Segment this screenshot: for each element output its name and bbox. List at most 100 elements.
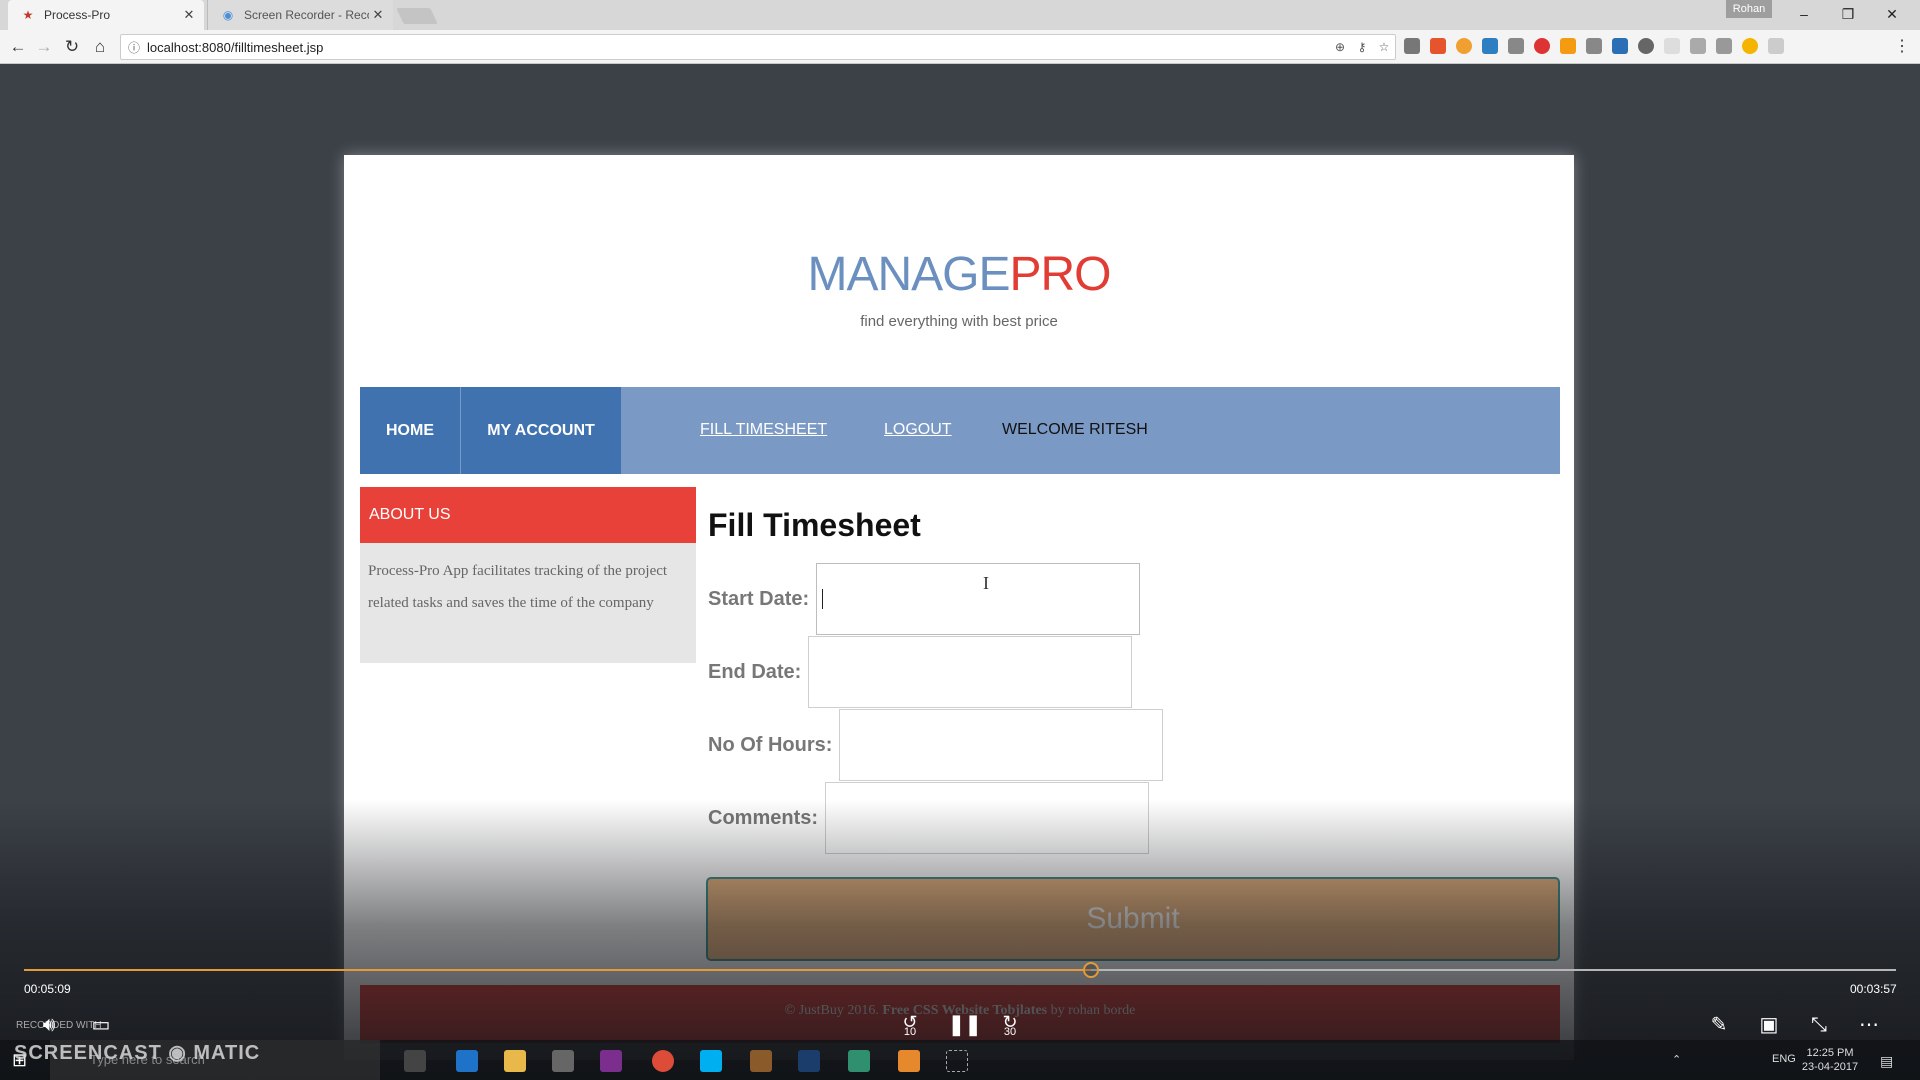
seek-handle[interactable]: [1083, 962, 1100, 978]
profile-badge[interactable]: Rohan: [1726, 0, 1772, 18]
record-extension-icon[interactable]: [1534, 38, 1550, 54]
bookmark-star-icon[interactable]: ☆: [1373, 40, 1395, 54]
recorder-app-icon[interactable]: [898, 1050, 920, 1072]
coin-extension-icon[interactable]: [1742, 38, 1758, 54]
store-icon[interactable]: [552, 1050, 574, 1072]
language-indicator[interactable]: ENG: [1772, 1053, 1796, 1065]
tab-screen-recorder[interactable]: ◉ Screen Recorder - Recor ✕: [207, 0, 393, 30]
notification-icon[interactable]: ▤: [1880, 1053, 1893, 1070]
comments-label: Comments:: [708, 806, 819, 829]
drop-extension-icon[interactable]: [1612, 38, 1628, 54]
taskbar-clock[interactable]: 12:25 PM 23-04-2017: [1800, 1046, 1860, 1074]
browser-menu-icon[interactable]: ⋮: [1894, 35, 1910, 59]
more-options-icon[interactable]: ⋯: [1856, 1012, 1882, 1038]
start-date-label: Start Date:: [708, 587, 810, 610]
comments-input[interactable]: [825, 782, 1150, 854]
comments-row: Comments:: [708, 782, 1150, 854]
app-icon[interactable]: [750, 1050, 772, 1072]
about-text: Process-Pro App facilitates tracking of …: [368, 563, 668, 611]
captions-icon[interactable]: ▭: [88, 1012, 114, 1038]
seek-bar-progress: [24, 969, 1092, 971]
hours-label: No Of Hours:: [708, 733, 833, 756]
office-extension-icon[interactable]: [1430, 38, 1446, 54]
screen-extension-icon[interactable]: [1482, 38, 1498, 54]
tab-close-icon[interactable]: ✕: [369, 7, 387, 23]
windows-taskbar: ⊞ Type here to search ⌃ ENG 12:25 PM 23-…: [0, 1040, 1920, 1080]
site-info-icon[interactable]: ⓘ: [121, 39, 147, 56]
reload-icon[interactable]: ↻: [60, 35, 84, 59]
color-extension-icon[interactable]: [1456, 38, 1472, 54]
welcome-message: WELCOME RITESH: [1002, 421, 1148, 438]
hours-input[interactable]: [839, 709, 1164, 781]
extensions-area: [1404, 38, 1784, 54]
edge-icon[interactable]: [456, 1050, 478, 1072]
clock-date: 23-04-2017: [1801, 1061, 1859, 1073]
remaining-time: 00:03:57: [1850, 982, 1897, 996]
end-date-input[interactable]: [808, 636, 1133, 708]
minimize-button[interactable]: –: [1784, 2, 1824, 26]
recorder-favicon-icon: ◉: [222, 8, 234, 22]
key-icon[interactable]: ⚷: [1351, 40, 1373, 54]
nav-fill-timesheet[interactable]: FILL TIMESHEET: [700, 421, 827, 439]
footer-credit: by rohan borde: [1050, 1003, 1136, 1018]
pause-icon[interactable]: ❚❚: [948, 1012, 982, 1038]
skype-icon[interactable]: [700, 1050, 722, 1072]
browser-tab-bar: ★ Process-Pro ✕ ◉ Screen Recorder - Reco…: [0, 0, 1920, 30]
logo-manage: MANAGE: [807, 248, 1010, 301]
page-extension-icon[interactable]: [1664, 38, 1680, 54]
task-view-icon[interactable]: [404, 1050, 426, 1072]
pen-icon[interactable]: ✎: [1706, 1012, 1732, 1038]
notepad-icon[interactable]: [848, 1050, 870, 1072]
nav-my-account[interactable]: MY ACCOUNT: [461, 387, 621, 474]
rewind-10-icon[interactable]: ↺ 10: [896, 1012, 924, 1040]
adblock-extension-icon[interactable]: [1404, 38, 1420, 54]
video-viewer: MANAGEPRO find everything with best pric…: [0, 65, 1920, 1080]
restore-button[interactable]: ❐: [1828, 2, 1868, 26]
file-explorer-icon[interactable]: [504, 1050, 526, 1072]
end-date-label: End Date:: [708, 660, 802, 683]
pdf-extension-icon[interactable]: [1768, 38, 1784, 54]
tab-close-icon[interactable]: ✕: [180, 7, 198, 23]
bolt-extension-icon[interactable]: [1560, 38, 1576, 54]
nav-logout[interactable]: LOGOUT: [884, 421, 952, 439]
tab-title: Process-Pro: [44, 8, 111, 22]
close-window-button[interactable]: ✕: [1872, 2, 1912, 26]
tab-process-pro[interactable]: ★ Process-Pro ✕: [8, 0, 204, 30]
browser-toolbar: ← → ↻ ⌂ ⓘ localhost:8080/filltimesheet.j…: [0, 30, 1920, 64]
mini-player-icon[interactable]: ▣: [1756, 1012, 1782, 1038]
forward-30-icon[interactable]: ↻ 30: [996, 1012, 1024, 1040]
cast-icon[interactable]: [1508, 38, 1524, 54]
mouse-ibeam-cursor-icon: I: [983, 573, 989, 593]
address-bar[interactable]: ⓘ localhost:8080/filltimesheet.jsp ⊕ ⚷ ☆: [120, 34, 1396, 60]
tray-chevron-icon[interactable]: ⌃: [1672, 1053, 1681, 1066]
k-extension-icon[interactable]: [1690, 38, 1706, 54]
back-arrow-icon[interactable]: ←: [6, 35, 30, 59]
volume-icon[interactable]: 🔊︎: [36, 1012, 62, 1038]
elapsed-time: 00:05:09: [24, 982, 71, 996]
globe-extension-icon[interactable]: [1638, 38, 1654, 54]
screencast-watermark: SCREENCAST ◉ MATIC: [14, 1042, 261, 1064]
about-heading: ABOUT US: [360, 487, 696, 543]
url-text: localhost:8080/filltimesheet.jsp: [147, 39, 324, 55]
submit-button[interactable]: Submit: [706, 877, 1560, 961]
clock-time: 12:25 PM: [1806, 1047, 1854, 1059]
forward-arrow-icon[interactable]: →: [32, 35, 56, 59]
filter-extension-icon[interactable]: [1716, 38, 1732, 54]
photo-extension-icon[interactable]: [1586, 38, 1602, 54]
text-caret: [822, 589, 823, 609]
seek-bar[interactable]: [24, 969, 1896, 971]
exit-fullscreen-icon[interactable]: ⤡: [1806, 1012, 1832, 1038]
vs-icon[interactable]: [798, 1050, 820, 1072]
zoom-icon[interactable]: ⊕: [1329, 40, 1351, 54]
new-tab-button[interactable]: [396, 8, 438, 24]
onenote-icon[interactable]: [600, 1050, 622, 1072]
about-panel: ABOUT US Process-Pro App facilitates tra…: [360, 487, 696, 663]
start-date-row: Start Date:: [708, 563, 1141, 635]
chrome-icon[interactable]: [652, 1050, 674, 1072]
hours-row: No Of Hours:: [708, 709, 1164, 781]
start-date-input[interactable]: [816, 563, 1141, 635]
site-logo[interactable]: MANAGEPRO: [344, 247, 1574, 302]
nav-home[interactable]: HOME: [360, 387, 460, 474]
home-icon[interactable]: ⌂: [88, 35, 112, 59]
snip-icon[interactable]: [946, 1050, 968, 1072]
